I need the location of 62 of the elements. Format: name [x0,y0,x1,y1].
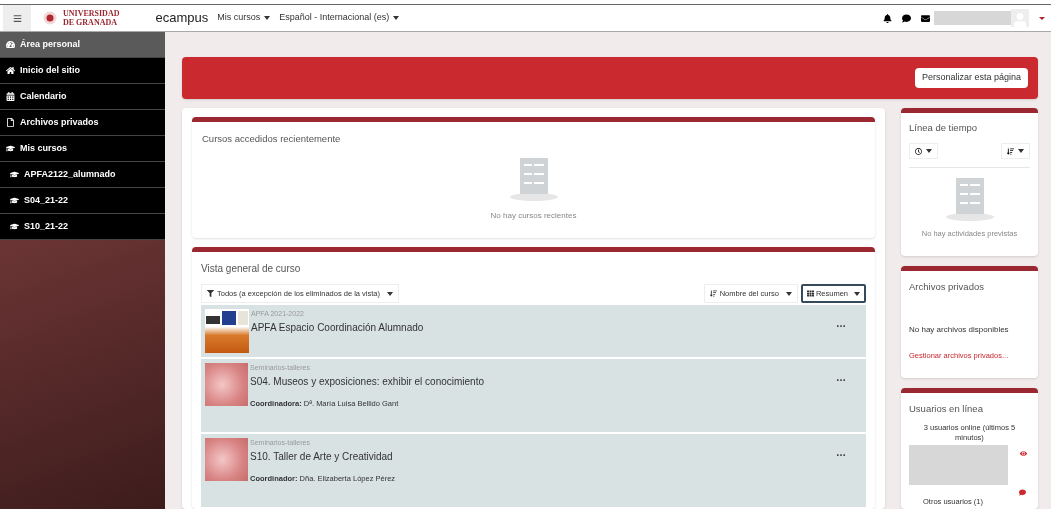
filter-icon [207,290,214,297]
sidebar-item[interactable]: S04_21-22 [0,188,165,214]
activity-list-icon [943,176,996,223]
sidebar-item[interactable]: APFA2122_alumnado [0,162,165,188]
graduation-cap-icon [10,170,19,179]
sidebar-item[interactable]: Calendario [0,84,165,110]
course-list-icon [507,156,560,203]
empty-message: No hay archivos disponibles [909,324,1010,337]
course-title-link[interactable]: APFA Espacio Coordinación Alumnado [251,320,836,335]
sort-dropdown[interactable] [1001,143,1030,160]
sidebar-item[interactable]: Área personal [0,32,165,58]
caret-icon [387,291,393,296]
graduation-cap-icon [10,196,19,205]
caret-icon [1018,149,1024,154]
calendar-icon [6,92,15,101]
course-image [205,438,248,481]
block-title: Usuarios en línea [909,402,984,416]
caret-icon [926,149,932,154]
block-title: Línea de tiempo [909,121,979,135]
more-options-button[interactable]: … [836,375,846,381]
nav-menu[interactable]: Español - Internacional (es) [279,11,400,25]
file-icon [6,118,15,127]
menu-button[interactable] [3,5,31,31]
sidebar-item[interactable]: Inicio del sitio [0,58,165,84]
caret-icon [785,291,792,296]
home-icon [6,66,15,75]
menu-icon [12,13,22,23]
sidebar-item[interactable]: Mis cursos [0,136,165,162]
caret-icon [264,16,271,20]
sort-icon [1007,147,1014,155]
course-title-link[interactable]: S10. Taller de Arte y Creatividad [250,449,836,464]
clock-icon [915,147,922,155]
bell-icon[interactable] [883,13,892,23]
empty-message: No hay cursos recientes [490,210,577,223]
envelope-icon[interactable] [921,13,930,23]
sidebar-item[interactable]: Archivos privados [0,110,165,136]
brand-link[interactable]: ecampus [155,8,209,28]
chat-icon[interactable] [902,13,911,23]
sort-icon [709,290,717,297]
eye-icon[interactable] [1020,450,1027,458]
logo-text: DE GRANADA [63,18,118,27]
gauge-icon [6,40,15,49]
date-filter-dropdown[interactable] [909,143,938,160]
course-image [205,309,249,353]
more-options-button[interactable]: … [836,321,846,327]
course-title-link[interactable]: S04. Museos y exposiciones: exhibir el conocimiento [250,374,836,389]
nav-menu[interactable]: Mis cursos [217,11,271,25]
graduation-cap-icon [6,144,15,153]
logo-text: UNIVERSIDAD [63,9,120,18]
more-options-button[interactable]: … [836,450,846,456]
graduation-cap-icon [10,222,19,231]
crest-icon [43,11,57,25]
customize-page-button[interactable]: Personalizar esta página [914,68,1028,88]
caret-icon [393,16,400,20]
caret-icon[interactable] [1039,16,1045,20]
course-image [205,363,248,406]
grid-icon [806,290,814,297]
block-title: Archivos privados [909,280,985,294]
block-title: Cursos accedidos recientemente [202,132,342,146]
sidebar-item[interactable]: S10_21-22 [0,214,165,240]
block-title: Vista general de curso [201,262,302,276]
caret-icon [854,291,860,296]
